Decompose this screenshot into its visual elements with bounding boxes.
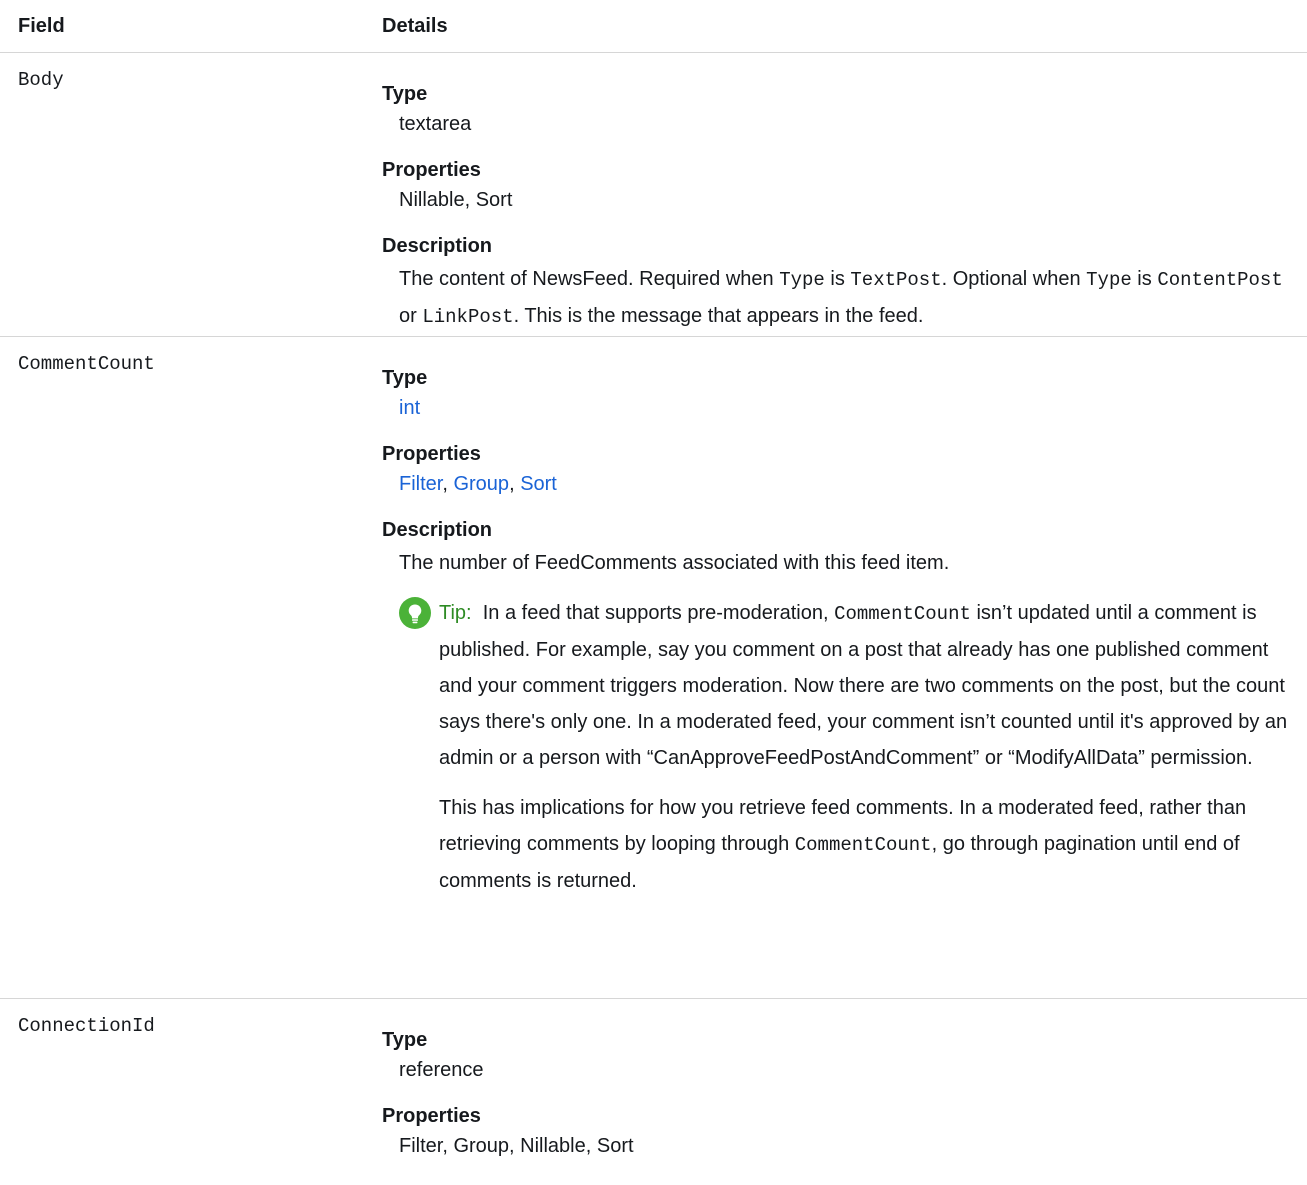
description-text: The content of NewsFeed. Required when T…: [399, 261, 1291, 335]
tip-callout: Tip: In a feed that supports pre-moderat…: [399, 595, 1291, 899]
table-header: Field Details: [0, 0, 1307, 53]
code-contentpost: ContentPost: [1157, 269, 1283, 291]
properties-label: Properties: [382, 443, 481, 465]
table-row-connectionid: ConnectionId Type reference Properties F…: [0, 999, 1307, 1185]
description-text-part: . This is the message that appears in th…: [513, 305, 924, 327]
field-details: Type textarea Properties Nillable, Sort …: [382, 53, 1307, 351]
property-link-filter[interactable]: Filter: [399, 473, 442, 495]
properties-label: Properties: [382, 159, 481, 181]
type-link-int[interactable]: int: [399, 397, 420, 419]
description-text-part: . Optional when: [941, 268, 1087, 290]
properties-value: Filter, Group, Nillable, Sort: [399, 1135, 634, 1157]
field-column-header: Field: [18, 15, 65, 37]
table-row-commentcount: CommentCount Type int Properties Filter,…: [0, 337, 1307, 999]
tip-paragraph-1: Tip: In a feed that supports pre-moderat…: [439, 595, 1291, 776]
table-row-body: Body Type textarea Properties Nillable, …: [0, 53, 1307, 337]
field-details: Type int Properties Filter, Group, Sort …: [382, 337, 1307, 915]
description-text: The number of FeedComments associated wi…: [399, 552, 950, 574]
field-name: ConnectionId: [18, 1015, 155, 1037]
properties-label: Properties: [382, 1105, 481, 1127]
description-label: Description: [382, 519, 493, 541]
properties-value: Filter, Group, Sort: [399, 469, 1291, 499]
code-type: Type: [779, 269, 825, 291]
properties-separator: ,: [509, 473, 521, 495]
field-name: Body: [18, 69, 64, 91]
details-column-header: Details: [382, 15, 448, 37]
tip-label: Tip:: [439, 602, 472, 624]
description-text-part: or: [399, 305, 423, 327]
properties-value: Nillable, Sort: [399, 189, 513, 211]
property-link-group[interactable]: Group: [453, 473, 509, 495]
properties-separator: ,: [442, 473, 454, 495]
type-value: textarea: [399, 113, 472, 135]
description-text-part: is: [1131, 268, 1158, 290]
type-value: int: [399, 393, 1291, 423]
tip-paragraph-2: This has implications for how you retrie…: [439, 790, 1291, 899]
type-label: Type: [382, 367, 428, 389]
field-table: Field Details Body Type textarea Propert…: [0, 0, 1307, 1185]
code-commentcount: CommentCount: [834, 603, 971, 625]
type-label: Type: [382, 83, 428, 105]
description-text-part: is: [824, 268, 851, 290]
type-label: Type: [382, 1029, 428, 1051]
field-name: CommentCount: [18, 353, 155, 375]
code-textpost: TextPost: [850, 269, 942, 291]
lightbulb-icon: [399, 597, 431, 629]
description-label: Description: [382, 235, 493, 257]
code-linkpost: LinkPost: [422, 306, 514, 328]
code-type: Type: [1086, 269, 1132, 291]
field-details: Type reference Properties Filter, Group,…: [382, 999, 1307, 1177]
description-text-part: The content of NewsFeed. Required when: [399, 268, 780, 290]
code-commentcount: CommentCount: [794, 834, 932, 856]
type-value: reference: [399, 1059, 484, 1081]
property-link-sort[interactable]: Sort: [520, 473, 557, 495]
tip-text: In a feed that supports pre-moderation,: [482, 602, 835, 624]
tip-text: isn’t updated until a comment is publish…: [439, 602, 1288, 769]
